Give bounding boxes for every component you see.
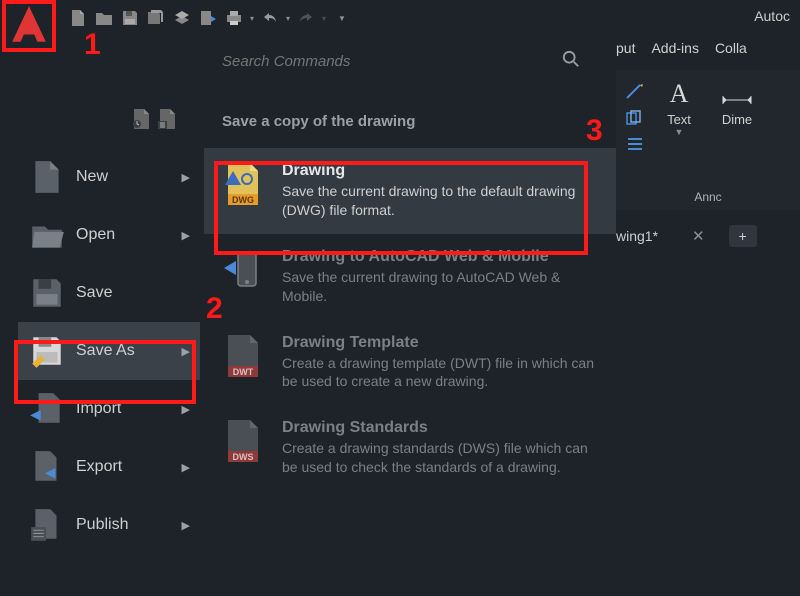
- close-icon[interactable]: ✕: [692, 227, 705, 245]
- app-menu: New ▶ Open ▶ Save Save As ▶ Import ▶ Exp…: [18, 148, 200, 554]
- option-title: Drawing Template: [282, 334, 598, 352]
- ribbon-tab[interactable]: put: [616, 40, 635, 56]
- chevron-down-icon[interactable]: ▼: [675, 127, 684, 137]
- option-desc: Save the current drawing to AutoCAD Web …: [282, 268, 598, 306]
- chevron-right-icon: ▶: [182, 171, 190, 184]
- ribbon-annotation-panel: A Text ▼ Dime Annc: [616, 70, 800, 210]
- chevron-right-icon: ▶: [182, 345, 190, 358]
- chevron-right-icon: ▶: [182, 403, 190, 416]
- align-icon[interactable]: [626, 136, 644, 152]
- redo-icon[interactable]: [296, 8, 316, 28]
- new-icon: [28, 158, 66, 196]
- menu-label: Save: [76, 284, 112, 302]
- doc-icon[interactable]: [156, 108, 180, 135]
- undo-icon[interactable]: [260, 8, 280, 28]
- svg-text:DWG: DWG: [232, 195, 254, 205]
- open-folder-icon[interactable]: [94, 8, 114, 28]
- share-icon[interactable]: [198, 8, 218, 28]
- export-icon: [28, 448, 66, 486]
- option-drawing-standards[interactable]: DWS Drawing Standards Create a drawing s…: [204, 405, 616, 491]
- option-web-mobile[interactable]: Drawing to AutoCAD Web & Mobile Save the…: [204, 234, 616, 320]
- dwt-file-icon: DWT: [222, 334, 264, 378]
- import-icon: [28, 390, 66, 428]
- search-icon[interactable]: [562, 50, 580, 73]
- dropdown-icon[interactable]: ▾: [286, 14, 290, 23]
- dropdown-icon[interactable]: ▾: [250, 14, 254, 23]
- menu-label: Export: [76, 458, 122, 476]
- svg-text:DWS: DWS: [233, 452, 254, 462]
- mobile-icon: [222, 248, 264, 292]
- menu-label: Open: [76, 226, 115, 244]
- panel-title: Annc: [616, 190, 800, 210]
- publish-icon: [28, 506, 66, 544]
- ribbon-tab[interactable]: Colla: [715, 40, 747, 56]
- save-as-submenu: Save a copy of the drawing DWG Drawing S…: [204, 36, 616, 596]
- qat-customize-icon[interactable]: ▼: [338, 14, 346, 23]
- option-title: Drawing to AutoCAD Web & Mobile: [282, 248, 598, 266]
- open-icon: [28, 216, 66, 254]
- annotation-2: 2: [206, 292, 223, 326]
- doc-icon[interactable]: [130, 108, 154, 135]
- menu-save[interactable]: Save: [18, 264, 200, 322]
- option-text: Drawing Save the current drawing to the …: [282, 162, 598, 220]
- svg-text:DWT: DWT: [233, 367, 254, 377]
- menu-label: Import: [76, 400, 121, 418]
- save-icon: [28, 274, 66, 312]
- text-label: Text: [667, 112, 691, 127]
- ribbon-tab[interactable]: Add-ins: [651, 40, 698, 56]
- dwg-file-icon: DWG: [222, 162, 264, 206]
- new-tab-button[interactable]: +: [729, 225, 757, 247]
- option-drawing-template[interactable]: DWT Drawing Template Create a drawing te…: [204, 320, 616, 406]
- menu-save-as[interactable]: Save As ▶: [18, 322, 200, 380]
- submenu-heading: Save a copy of the drawing: [204, 83, 616, 148]
- search-input[interactable]: [222, 53, 522, 70]
- chevron-right-icon: ▶: [182, 461, 190, 474]
- option-title: Drawing Standards: [282, 419, 598, 437]
- option-title: Drawing: [282, 162, 598, 180]
- option-desc: Create a drawing template (DWT) file in …: [282, 354, 598, 392]
- menu-export[interactable]: Export ▶: [18, 438, 200, 496]
- copy-icon[interactable]: [626, 110, 644, 126]
- mini-tool-column: [626, 84, 644, 152]
- dimension-button[interactable]: Dime: [720, 78, 754, 127]
- save-icon[interactable]: [120, 8, 140, 28]
- annotation-3: 3: [586, 114, 603, 148]
- svg-text:A: A: [670, 79, 689, 108]
- annotation-1: 1: [84, 28, 101, 62]
- dws-file-icon: DWS: [222, 419, 264, 463]
- menu-open[interactable]: Open ▶: [18, 206, 200, 264]
- linear-dim-icon[interactable]: [626, 84, 644, 100]
- file-tab[interactable]: wing1* ✕ +: [616, 222, 757, 250]
- menu-new[interactable]: New ▶: [18, 148, 200, 206]
- ribbon-tabs: put Add-ins Colla: [616, 40, 747, 56]
- chevron-right-icon: ▶: [182, 519, 190, 532]
- menu-label: Publish: [76, 516, 128, 534]
- option-desc: Create a drawing standards (DWS) file wh…: [282, 439, 598, 477]
- layers-icon[interactable]: [172, 8, 192, 28]
- app-title: Autoc: [754, 8, 790, 24]
- option-text: Drawing Template Create a drawing templa…: [282, 334, 598, 392]
- option-drawing-dwg[interactable]: DWG Drawing Save the current drawing to …: [204, 148, 616, 234]
- new-doc-icon[interactable]: [68, 8, 88, 28]
- option-text: Drawing Standards Create a drawing stand…: [282, 419, 598, 477]
- dropdown-icon[interactable]: ▾: [322, 14, 326, 23]
- quick-access-toolbar: ▾ ▾ ▾ ▼: [8, 6, 346, 30]
- recent-docs-icons: [130, 108, 180, 135]
- chevron-right-icon: ▶: [182, 229, 190, 242]
- menu-label: Save As: [76, 342, 135, 360]
- menu-publish[interactable]: Publish ▶: [18, 496, 200, 554]
- file-tab-name: wing1*: [616, 228, 658, 244]
- menu-import[interactable]: Import ▶: [18, 380, 200, 438]
- print-icon[interactable]: [224, 8, 244, 28]
- save-all-icon[interactable]: [146, 8, 166, 28]
- option-desc: Save the current drawing to the default …: [282, 182, 598, 220]
- search-row: [204, 36, 616, 83]
- dim-label: Dime: [722, 112, 752, 127]
- save-as-icon: [28, 332, 66, 370]
- app-menu-button[interactable]: [4, 0, 54, 50]
- text-button[interactable]: A Text ▼: [662, 78, 696, 137]
- menu-label: New: [76, 168, 108, 186]
- option-text: Drawing to AutoCAD Web & Mobile Save the…: [282, 248, 598, 306]
